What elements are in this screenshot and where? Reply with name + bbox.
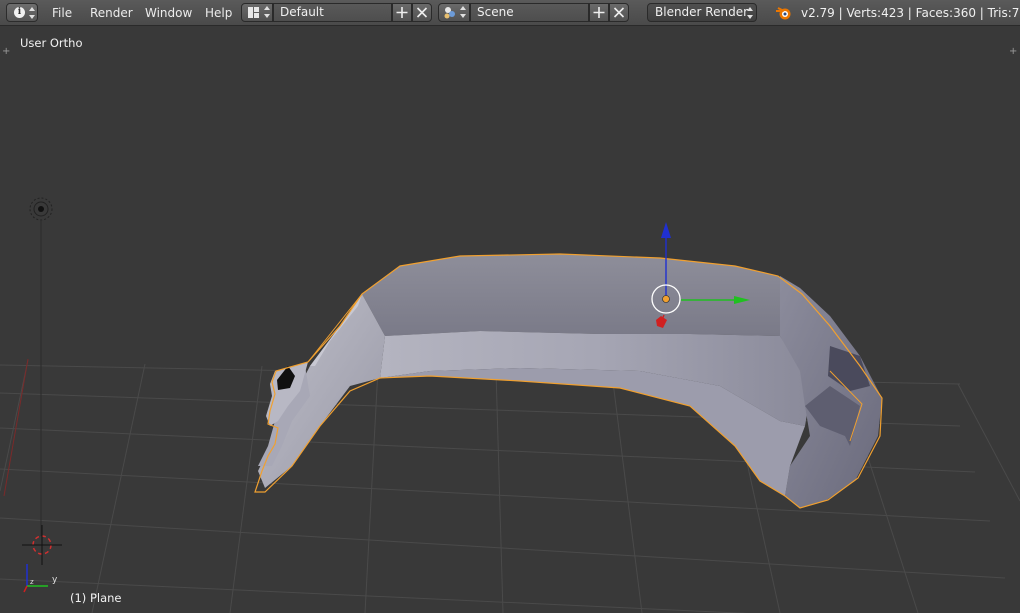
plus-icon <box>396 7 408 18</box>
layout-name-field[interactable]: Default <box>273 3 392 22</box>
active-object-label: (1) Plane <box>70 591 122 605</box>
render-engine-label: Blender Render <box>655 5 749 19</box>
updown-arrows-icon <box>747 7 753 19</box>
menu-window[interactable]: Window <box>145 0 192 25</box>
editor-type-button[interactable]: i <box>6 3 38 22</box>
3d-cursor <box>22 525 62 565</box>
menu-file[interactable]: File <box>52 0 72 25</box>
layout-delete-button[interactable] <box>412 3 432 22</box>
render-engine-dropdown[interactable]: Blender Render <box>647 3 757 22</box>
info-header: i File Render Window Help Default Scene <box>0 0 1020 26</box>
scene-icon <box>444 6 466 19</box>
viewport-canvas <box>0 197 1020 613</box>
layout-add-button[interactable] <box>392 3 412 22</box>
axis-z-label: z <box>30 578 34 586</box>
scene-delete-button[interactable] <box>609 3 629 22</box>
axis-y-label: y <box>52 575 58 585</box>
scene-statistics: v2.79 | Verts:423 | Faces:360 | Tris:720… <box>801 6 1020 20</box>
3d-viewport[interactable]: y z User Ortho (1) Plane + + <box>0 26 1020 613</box>
plus-icon <box>593 7 605 18</box>
menu-help[interactable]: Help <box>205 0 232 25</box>
close-icon <box>613 7 625 18</box>
layout-browse-button[interactable] <box>241 3 273 22</box>
menu-render[interactable]: Render <box>90 0 133 25</box>
view-name-label: User Ortho <box>20 36 83 50</box>
mesh-object-plane <box>254 253 883 509</box>
close-icon <box>416 7 428 18</box>
axis-widget <box>23 564 48 593</box>
scene-add-button[interactable] <box>589 3 609 22</box>
layout-icon <box>248 6 270 18</box>
updown-arrows-icon <box>29 7 35 19</box>
toolshelf-toggle-icon[interactable]: + <box>2 47 10 57</box>
lamp-icon <box>29 197 53 221</box>
info-icon: i <box>14 7 25 18</box>
x-axis-line <box>3 358 29 497</box>
scene-browse-button[interactable] <box>438 3 470 22</box>
scene-name-field[interactable]: Scene <box>470 3 589 22</box>
properties-toggle-icon[interactable]: + <box>1009 47 1017 57</box>
blender-logo-icon <box>776 7 791 20</box>
